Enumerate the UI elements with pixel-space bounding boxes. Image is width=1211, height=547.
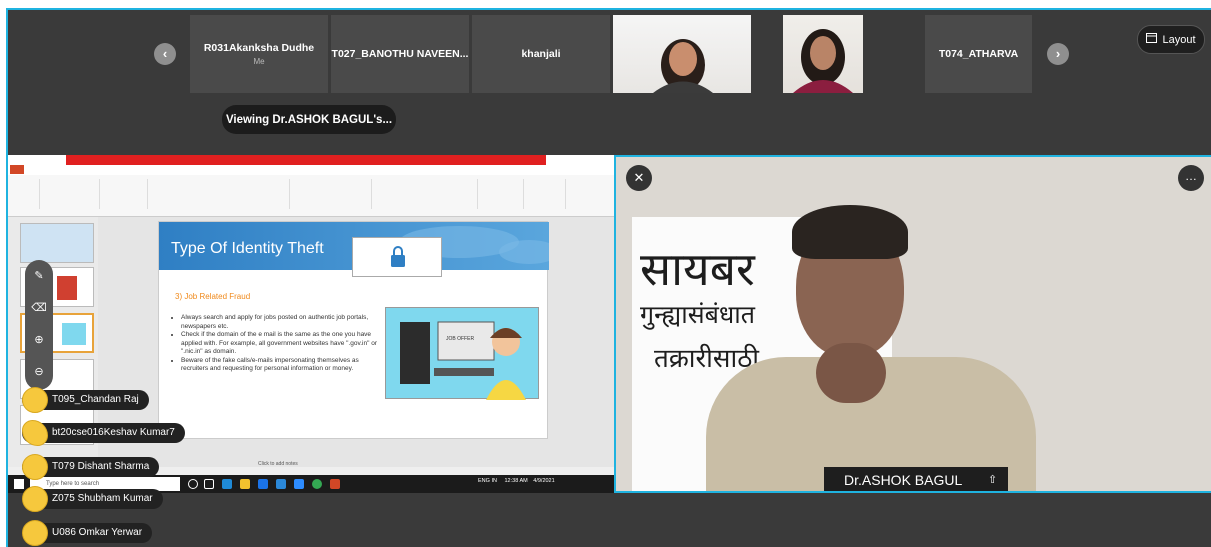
mail-icon bbox=[276, 479, 286, 489]
zoom-in-icon[interactable]: ⊕ bbox=[29, 330, 49, 350]
participant-me-label: Me bbox=[253, 57, 265, 66]
reaction-chip: T095_Chandan Raj bbox=[22, 387, 149, 413]
speaker-video-tile[interactable]: सायबर गुन्ह्यासंबंधात तक्रारीसाठी ✕ … Dr… bbox=[614, 155, 1211, 493]
reaction-chip: U086 Omkar Yerwar bbox=[22, 520, 153, 546]
zoom-app-icon bbox=[294, 479, 304, 489]
system-tray: ENG IN 12:38 AM 4/9/2021 bbox=[478, 478, 555, 484]
powerpoint-icon bbox=[330, 479, 340, 489]
slide-title: Type Of Identity Theft bbox=[171, 240, 324, 257]
neutral-face-icon bbox=[22, 454, 48, 480]
slide: Type Of Identity Theft 3) Job Related Fr… bbox=[158, 221, 549, 439]
participant-video-tile[interactable] bbox=[613, 15, 751, 93]
ppt-ribbon bbox=[8, 175, 614, 217]
ppt-title-highlight bbox=[66, 155, 546, 165]
speaker-hair bbox=[792, 205, 908, 259]
share-screen-icon[interactable]: ⇧ bbox=[988, 473, 1002, 487]
slide-subtitle: 3) Job Related Fraud bbox=[175, 292, 251, 301]
tray-language: ENG IN bbox=[478, 478, 497, 484]
file-explorer-icon bbox=[240, 479, 250, 489]
participant-tile[interactable]: khanjali bbox=[472, 15, 610, 93]
participant-name: T027_BANOTHU NAVEEN... bbox=[331, 48, 469, 60]
viewing-share-pill[interactable]: Viewing Dr.ASHOK BAGUL's... bbox=[222, 105, 396, 134]
chevron-left-icon[interactable]: ‹ bbox=[154, 43, 176, 65]
participant-tile[interactable]: T074_ATHARVA bbox=[925, 15, 1032, 93]
reaction-name: T079 Dishant Sharma bbox=[52, 461, 150, 472]
reaction-chip: Z075 Shubham Kumar bbox=[22, 486, 163, 512]
participant-video bbox=[793, 29, 853, 93]
slide-bullet: Always search and apply for jobs posted … bbox=[181, 314, 381, 331]
meeting-window: ‹ R031Akanksha Dudhe Me T027_BANOTHU NAV… bbox=[6, 8, 1211, 547]
chevron-right-icon[interactable]: › bbox=[1047, 43, 1069, 65]
layout-icon bbox=[1146, 33, 1158, 46]
reaction-name: bt20cse016Keshav Kumar7 bbox=[52, 427, 175, 438]
slide-bullet: Beware of the fake calls/e-mails imperso… bbox=[181, 357, 381, 374]
job-offer-label: JOB OFFER bbox=[446, 336, 475, 342]
participant-tile[interactable]: T027_BANOTHU NAVEEN... bbox=[331, 15, 469, 93]
participant-strip: ‹ R031Akanksha Dudhe Me T027_BANOTHU NAV… bbox=[8, 10, 1211, 98]
pin-icon[interactable]: ✕ bbox=[626, 165, 652, 191]
lock-icon bbox=[352, 237, 442, 277]
store-icon bbox=[258, 479, 268, 489]
chrome-icon bbox=[312, 479, 322, 489]
windows-start-icon bbox=[14, 479, 24, 489]
task-view-icon bbox=[204, 479, 214, 489]
eraser-icon[interactable]: ⌫ bbox=[29, 298, 49, 318]
annotate-pen-icon[interactable]: ✎ bbox=[29, 266, 49, 286]
speaker-hand bbox=[816, 343, 886, 403]
reaction-name: Z075 Shubham Kumar bbox=[52, 493, 153, 504]
reaction-chip: bt20cse016Keshav Kumar7 bbox=[22, 420, 185, 446]
participant-video bbox=[653, 39, 713, 93]
participant-name: T074_ATHARVA bbox=[938, 48, 1019, 60]
tray-time: 12:38 AM bbox=[504, 478, 528, 484]
reaction-chip: T079 Dishant Sharma bbox=[22, 454, 160, 480]
banner-text: गुन्ह्यासंबंधात bbox=[640, 300, 755, 329]
reaction-name: T095_Chandan Raj bbox=[52, 394, 139, 405]
layout-button[interactable]: Layout bbox=[1137, 25, 1205, 54]
layout-label: Layout bbox=[1162, 33, 1196, 46]
participant-video-tile[interactable] bbox=[783, 15, 863, 93]
ppt-file-tab bbox=[10, 165, 24, 174]
participant-name: khanjali bbox=[521, 48, 561, 60]
participant-tile[interactable]: R031Akanksha Dudhe Me bbox=[190, 15, 328, 93]
slide-bullet: Check if the domain of the e mail is the… bbox=[181, 331, 381, 357]
zoom-out-icon[interactable]: ⊖ bbox=[29, 362, 49, 382]
slide-thumbnail bbox=[20, 223, 94, 263]
participant-name: R031Akanksha Dudhe bbox=[203, 42, 315, 54]
edge-icon bbox=[222, 479, 232, 489]
ppt-ribbon-tabs bbox=[8, 165, 614, 175]
sad-face-icon bbox=[22, 520, 48, 546]
tray-date: 4/9/2021 bbox=[533, 478, 555, 484]
sad-face-icon bbox=[22, 387, 48, 413]
smile-face-icon bbox=[22, 486, 48, 512]
banner-text: सायबर bbox=[640, 242, 755, 296]
slide-bullets: Always search and apply for jobs posted … bbox=[181, 314, 381, 374]
reaction-name: U086 Omkar Yerwar bbox=[52, 527, 143, 538]
speaker-name-label: Dr.ASHOK BAGUL bbox=[824, 467, 1008, 491]
annotation-toolbar: ✎ ⌫ ⊕ ⊖ bbox=[25, 260, 53, 390]
cortana-icon bbox=[188, 479, 198, 489]
job-fraud-illustration: JOB OFFER bbox=[385, 307, 539, 400]
more-options-icon[interactable]: … bbox=[1178, 165, 1204, 191]
